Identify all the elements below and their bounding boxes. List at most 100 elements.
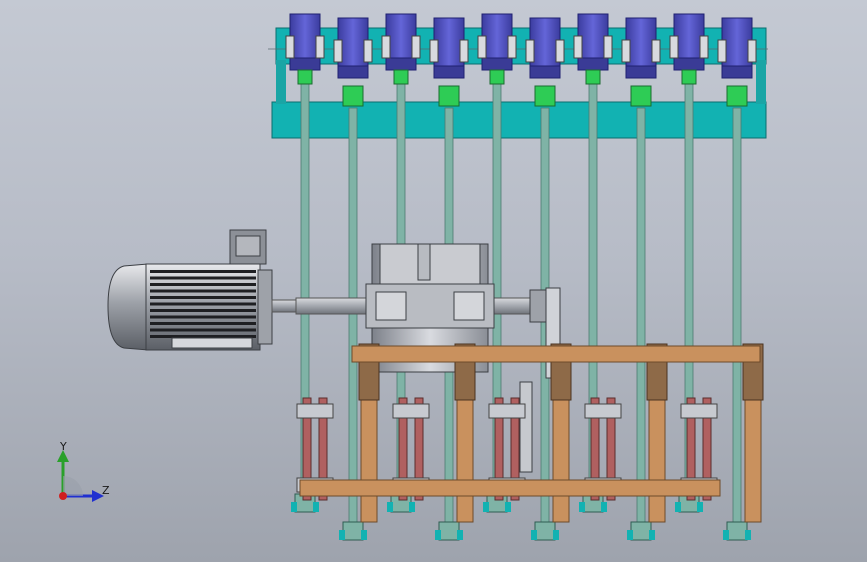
coupling xyxy=(585,69,601,85)
rod-foot-clip xyxy=(409,502,415,512)
upper-crossbar xyxy=(351,345,761,363)
rod-foot-clip xyxy=(313,502,319,512)
rod-foot-clip xyxy=(387,502,393,512)
rod-foot-clip xyxy=(579,502,585,512)
cooling-fin xyxy=(150,322,256,325)
coupling xyxy=(630,85,652,107)
coupling xyxy=(489,69,505,85)
actuator-base xyxy=(337,65,369,79)
actuator-pin-left xyxy=(717,39,727,63)
cooling-fin xyxy=(150,270,256,273)
frame-post-left xyxy=(276,60,286,104)
coupling xyxy=(342,85,364,107)
electric-motor[interactable] xyxy=(107,229,301,351)
rod-foot xyxy=(534,521,556,541)
actuator-pin-left xyxy=(477,35,487,59)
axis-z-label: Z xyxy=(102,484,110,497)
actuator-base xyxy=(481,57,513,71)
terminal-box-cap xyxy=(235,235,261,257)
rod-foot-clip xyxy=(675,502,681,512)
actuator-pin-right xyxy=(555,39,565,63)
actuator-base xyxy=(721,65,753,79)
assembly-model[interactable] xyxy=(0,0,867,562)
lower-crossbar xyxy=(299,479,721,497)
link-pin xyxy=(488,403,526,419)
actuator-pin-right xyxy=(699,35,709,59)
cooling-fin xyxy=(150,302,256,306)
cooling-fin xyxy=(150,328,256,332)
link-pin xyxy=(392,403,430,419)
rod-foot-clip xyxy=(745,530,751,540)
actuator-pin-right xyxy=(459,39,469,63)
cad-viewport[interactable]: Y Z xyxy=(0,0,867,562)
actuator-pin-right xyxy=(507,35,517,59)
motor-foot xyxy=(171,337,253,349)
coupling xyxy=(726,85,748,107)
rod-foot-clip xyxy=(505,502,511,512)
cooling-fin xyxy=(150,315,256,319)
crank-link xyxy=(519,381,533,473)
motor-flange xyxy=(257,269,273,345)
triad-axes xyxy=(57,450,104,502)
actuator-base xyxy=(289,57,321,71)
coupling xyxy=(534,85,556,107)
frame-post-right xyxy=(756,60,766,104)
rod-foot-clip xyxy=(435,530,441,540)
vertical-rod xyxy=(636,107,646,536)
actuator-pin-left xyxy=(573,35,583,59)
link-pin xyxy=(584,403,622,419)
actuator-pin-left xyxy=(525,39,535,63)
rod-foot-clip xyxy=(361,530,367,540)
actuator-pin-right xyxy=(315,35,325,59)
rod-foot-clip xyxy=(723,530,729,540)
actuator-pin-right xyxy=(651,39,661,63)
actuator-base xyxy=(577,57,609,71)
rod-foot-clip xyxy=(697,502,703,512)
coupling xyxy=(297,69,313,85)
x-axis-icon xyxy=(59,492,67,500)
rod-foot xyxy=(726,521,748,541)
rod-foot-clip xyxy=(483,502,489,512)
rod-foot xyxy=(342,521,364,541)
actuator-pin-left xyxy=(429,39,439,63)
motor-end-cap xyxy=(107,263,149,351)
coupling xyxy=(393,69,409,85)
rod-foot-clip xyxy=(339,530,345,540)
actuator-pin-right xyxy=(603,35,613,59)
vertical-rod xyxy=(732,107,742,536)
gearbox-bearing-left xyxy=(375,291,407,321)
crank-hub xyxy=(529,289,549,323)
vertical-rod xyxy=(348,107,358,536)
actuator-pin-left xyxy=(381,35,391,59)
rod-foot-clip xyxy=(553,530,559,540)
rod-foot-clip xyxy=(531,530,537,540)
actuator-pin-left xyxy=(285,35,295,59)
link-pin xyxy=(296,403,334,419)
coupling xyxy=(438,85,460,107)
cooling-fin xyxy=(150,296,256,299)
coupling xyxy=(681,69,697,85)
actuator-pin-left xyxy=(621,39,631,63)
actuator-pin-left xyxy=(669,35,679,59)
cooling-fin xyxy=(150,283,256,286)
rod-foot-clip xyxy=(627,530,633,540)
view-orientation-triad[interactable]: Y Z xyxy=(48,440,118,510)
actuator-pin-left xyxy=(333,39,343,63)
actuator-pin-right xyxy=(411,35,421,59)
actuator-pin-right xyxy=(747,39,757,63)
actuator-pin-right xyxy=(363,39,373,63)
actuator-base xyxy=(673,57,705,71)
link-pin xyxy=(680,403,718,419)
axis-y-label: Y xyxy=(60,440,67,453)
rod-foot-clip xyxy=(457,530,463,540)
rotation-arc-icon xyxy=(63,476,83,496)
gearbox-breather xyxy=(417,243,431,281)
rod-foot-clip xyxy=(601,502,607,512)
rod-foot-clip xyxy=(291,502,297,512)
cooling-fin xyxy=(150,309,256,312)
actuator-base xyxy=(385,57,417,71)
cooling-fin xyxy=(150,276,256,280)
rod-foot-clip xyxy=(649,530,655,540)
gearbox-bearing-right xyxy=(453,291,485,321)
actuator-base xyxy=(433,65,465,79)
